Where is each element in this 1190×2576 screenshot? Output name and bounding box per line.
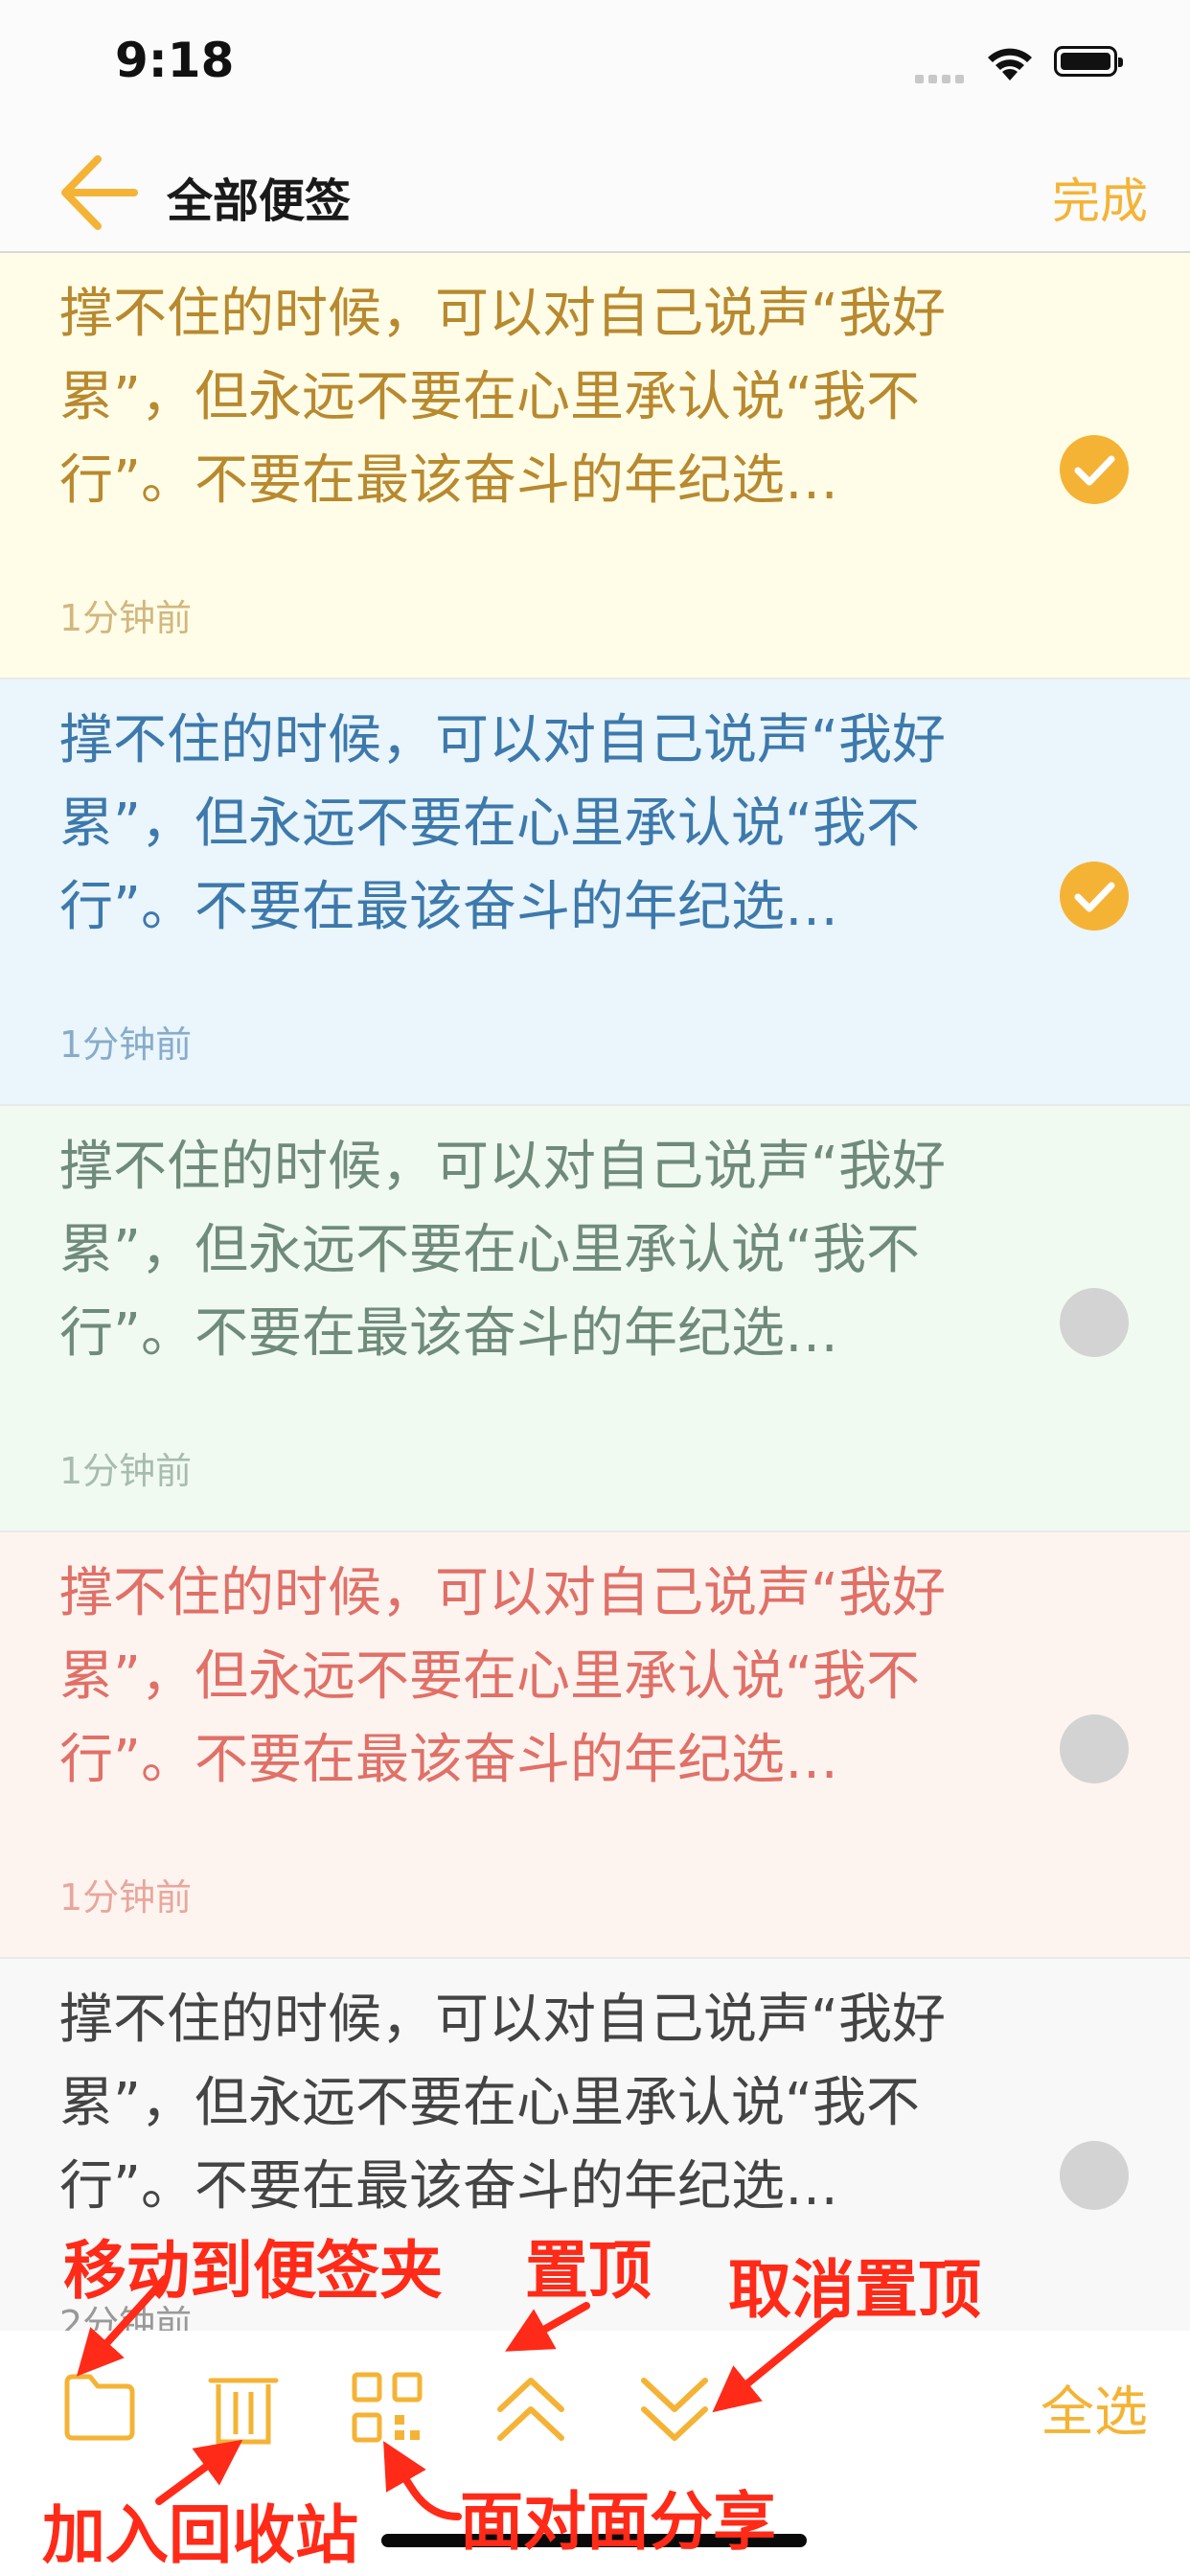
arrow-pin-top [505, 2302, 590, 2352]
annotation-arrows [76, 2275, 839, 2520]
arrow-unpin [712, 2308, 839, 2413]
arrow-move-to-folder [76, 2275, 169, 2377]
arrow-face-share [383, 2441, 462, 2520]
arrow-add-to-trash [155, 2439, 243, 2505]
